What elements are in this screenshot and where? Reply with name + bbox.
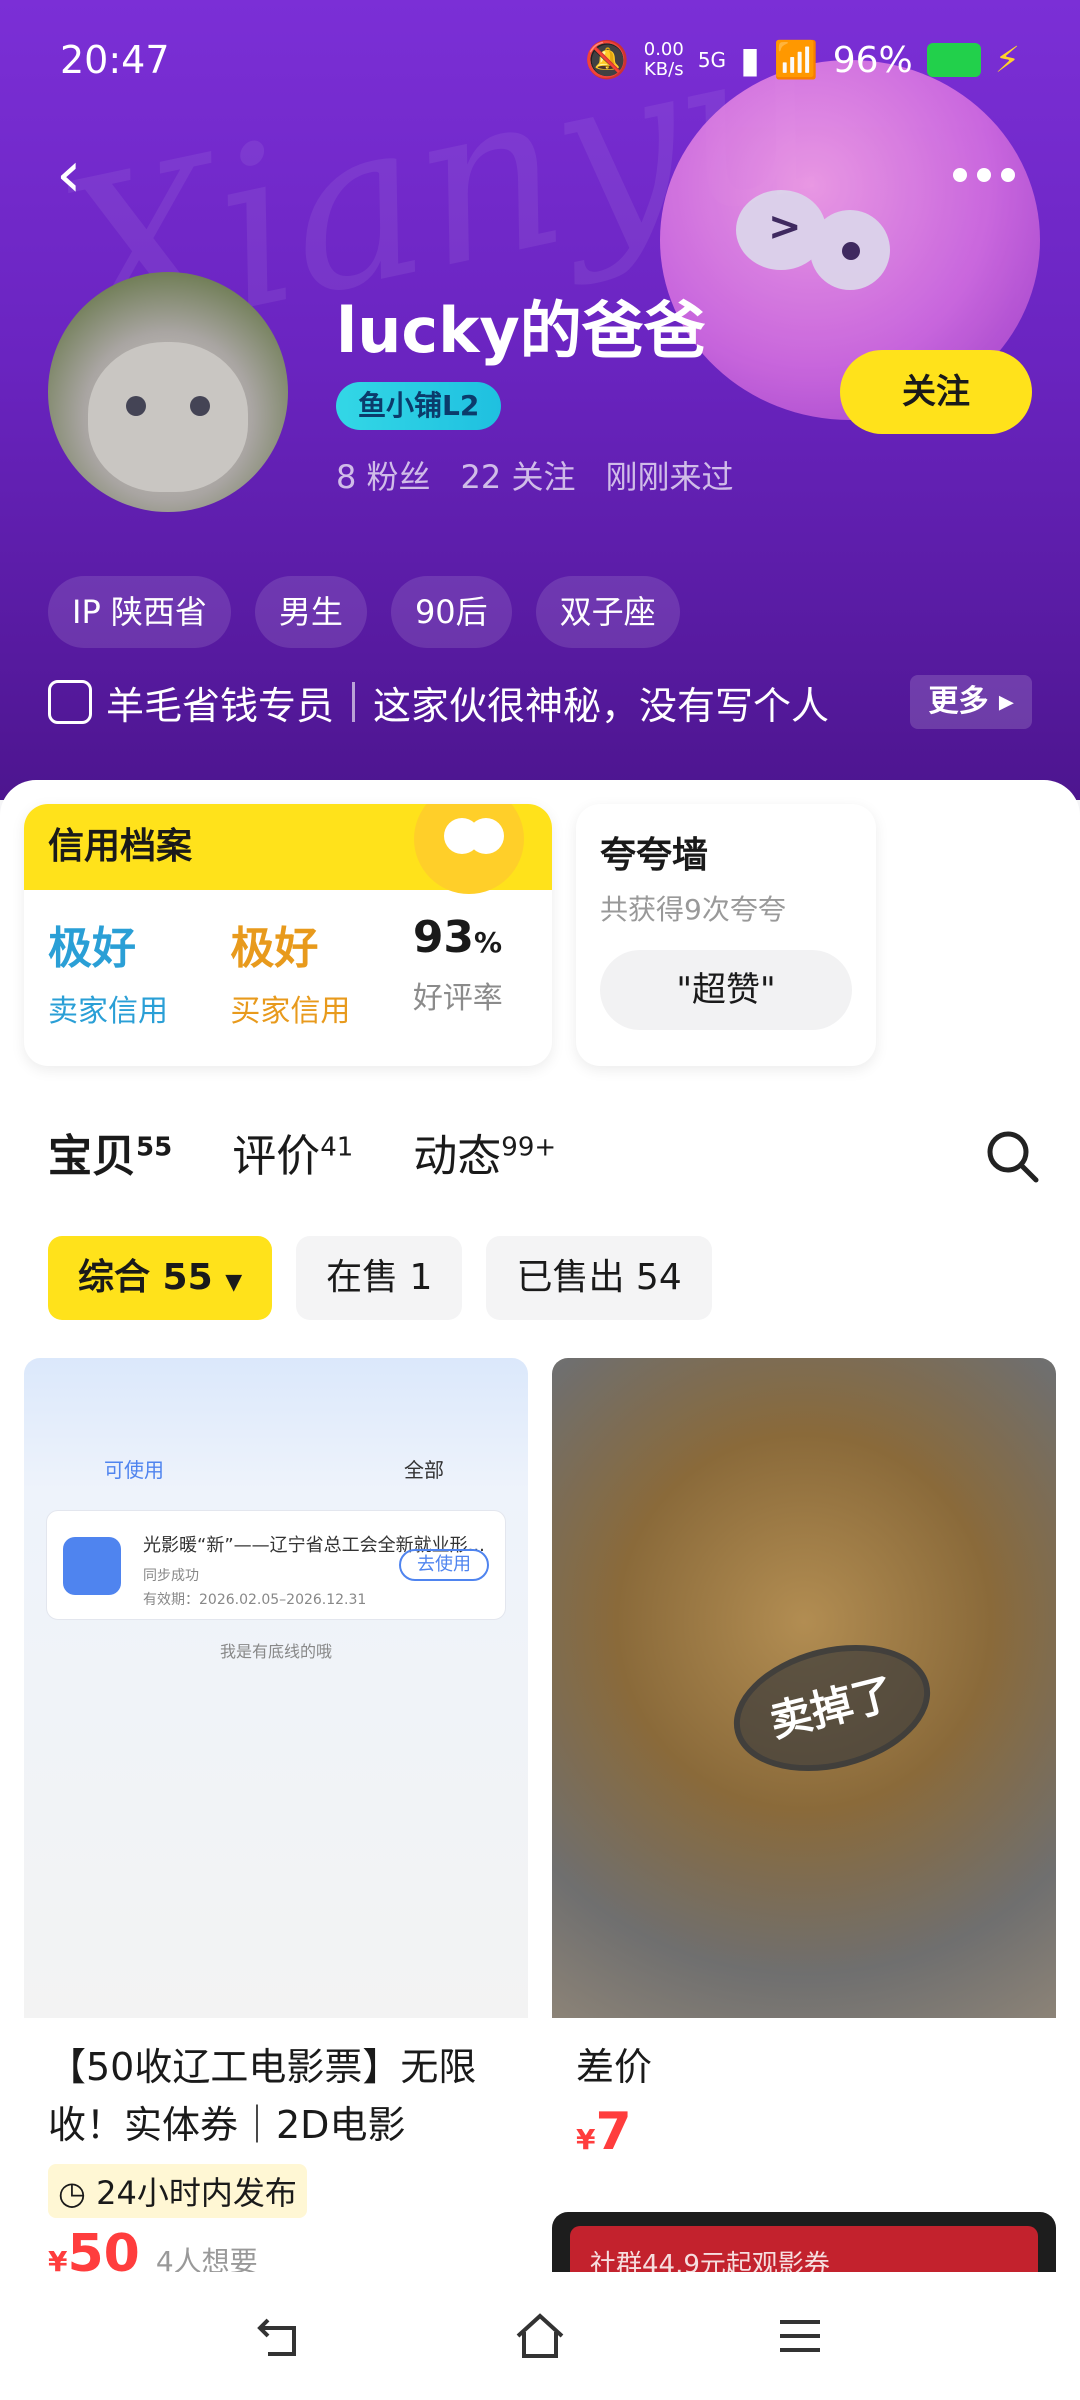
profile-header: Xianyu 20:47 🔕 0.00 KB/s 5G ▮ 📶 96% ⚡ ‹ … [0,0,1080,800]
praise-wall-card[interactable]: 夸夸墙 共获得9次夸夸 "超赞" [576,804,876,1066]
seller-credit-value: 极好 [48,923,136,974]
network-label: 5G [697,48,727,72]
wifi-icon: 📶 [773,40,819,81]
back-nav-icon[interactable] [250,2306,310,2366]
username: lucky的爸爸 [336,294,706,367]
thumb-footer: 我是有底线的哦 [219,1642,332,1661]
follow-button[interactable]: 关注 [840,350,1032,434]
price-symbol: ¥ [576,2123,596,2156]
tab-updates-count: 99+ [501,1132,557,1163]
bio-row: 羊毛省钱专员 这家伙很神秘，没有写个人 更多 ▸ [48,672,1032,732]
praise-subtitle: 共获得9次夸夸 [600,893,786,926]
tag-ip: IP 陕西省 [48,576,231,648]
time-chip-label: 24小时内发布 [96,2174,297,2212]
ticket-validity: 有效期：2026.02.05–2026.12.31 [143,1592,367,1608]
filter-bar: 综合 55 ▼ 在售 1 已售出 54 [48,1236,712,1320]
fans-count[interactable]: 8 粉丝 [336,452,431,498]
ticket-use-button: 去使用 [399,1549,489,1581]
mute-icon: 🔕 [584,40,630,81]
good-rate: 93% 好评率 [413,912,528,1030]
net-speed: 0.00 KB/s [644,40,684,80]
bio-more-label: 更多 [928,684,989,719]
net-speed-value: 0.00 [643,39,684,60]
buyer-credit-value: 极好 [230,923,319,974]
item-column-left: 可使用 全部 光影暖“新”——辽宁省总工会全新就业形... 同步成功 有效期：2… [24,1358,528,2334]
dot-icon [1001,168,1015,182]
bio-more-button[interactable]: 更多 ▸ [910,675,1032,729]
status-bar: 20:47 🔕 0.00 KB/s 5G ▮ 📶 96% ⚡ [60,30,1020,90]
praise-chip: "超赞" [600,950,852,1030]
ticket-icon [63,1537,121,1595]
praise-title: 夸夸墙 [600,835,709,876]
tab-updates-label: 动态 [413,1131,502,1182]
buyer-credit-label: 买家信用 [230,994,351,1029]
good-rate-label: 好评率 [412,981,503,1016]
cat-photo [88,342,248,492]
tag-gender: 男生 [254,576,367,648]
net-speed-unit: KB/s [643,59,684,80]
search-icon[interactable] [984,1128,1040,1184]
content-sheet: 信用档案 极好 卖家信用 极好 买家信用 93% 好评率 夸夸墙 共获得9次夸夸… [0,780,1080,2332]
thumb-tab-available: 可使用 [104,1458,164,1482]
dot-icon [977,168,991,182]
tab-reviews-count: 41 [320,1132,354,1163]
status-time: 20:47 [60,38,170,82]
sold-out-stamp: 卖掉了 [720,1625,944,1791]
more-options-button[interactable] [944,150,1024,200]
battery-icon [926,43,981,77]
tab-updates[interactable]: 动态99+ [413,1120,556,1184]
time-chip: ◷ 24小时内发布 [48,2164,307,2218]
menu-icon[interactable] [770,2306,830,2366]
item-price: ¥7 [576,2102,632,2162]
system-nav-bar [0,2272,1080,2400]
dot-icon [953,168,967,182]
profile-tags: IP 陕西省 男生 90后 双子座 [48,576,680,648]
shop-icon [48,680,92,724]
caret-down-icon: ▼ [225,1270,243,1295]
item-thumbnail: 可使用 全部 光影暖“新”——辽宁省总工会全新就业形... 同步成功 有效期：2… [24,1358,528,2018]
shop-badge[interactable]: 鱼小铺L2 [336,382,502,430]
item-card-food[interactable]: 卖掉了 差价 ¥7 [552,1358,1056,2182]
item-column-right: 卖掉了 差价 ¥7 社群44.9元起观影券 [552,1358,1056,2362]
seller-credit: 极好 卖家信用 [48,912,230,1030]
following-count[interactable]: 22 关注 [461,452,576,498]
good-rate-value: 93 [412,912,475,963]
filter-sold[interactable]: 已售出 54 [486,1236,712,1320]
credit-card[interactable]: 信用档案 极好 卖家信用 极好 买家信用 93% 好评率 [24,804,552,1066]
good-rate-unit: % [474,926,503,959]
divider [352,682,356,722]
avatar[interactable] [48,272,288,512]
filter-all-label: 综合 55 [78,1257,213,1298]
content-tabs: 宝贝55 评价41 动态99+ [48,1120,556,1184]
filter-on-sale[interactable]: 在售 1 [296,1236,463,1320]
tab-items-label: 宝贝 [48,1131,136,1182]
seller-credit-label: 卖家信用 [48,994,168,1029]
back-button[interactable]: ‹ [56,140,106,210]
tab-items[interactable]: 宝贝55 [48,1120,172,1184]
profile-stats: 8 粉丝 22 关注 刚刚来过 [336,452,733,498]
item-title: 【50收辽工电影票】无限收！实体券｜2D电影 [48,2045,477,2147]
bio-text: 这家伙很神秘，没有写个人 [373,683,830,728]
item-thumbnail: 卖掉了 [552,1358,1056,2018]
battery-percent: 96% [832,39,913,81]
clock-icon: ◷ [58,2174,86,2212]
signal-icon: ▮ [740,39,760,81]
home-icon[interactable] [510,2306,570,2366]
buyer-credit: 极好 买家信用 [230,912,412,1030]
charging-icon: ⚡ [994,39,1020,81]
tab-reviews-label: 评价 [232,1131,321,1182]
tag-zodiac: 双子座 [535,576,680,648]
tag-age: 90后 [390,576,512,648]
last-seen: 刚刚来过 [605,458,734,496]
bio-title: 羊毛省钱专员 [106,683,335,728]
thumb-tab-all: 全部 [404,1458,444,1482]
tab-reviews[interactable]: 评价41 [232,1120,353,1184]
item-card-ticket[interactable]: 可使用 全部 光影暖“新”——辽宁省总工会全新就业形... 同步成功 有效期：2… [24,1358,528,2304]
filter-all[interactable]: 综合 55 ▼ [48,1236,273,1320]
mascot-eye [810,210,890,290]
item-title: 差价 [576,2045,653,2089]
ticket-preview: 光影暖“新”——辽宁省总工会全新就业形... 同步成功 有效期：2026.02.… [46,1510,506,1620]
price-value: 7 [595,2102,632,2162]
tab-items-count: 55 [136,1132,173,1163]
